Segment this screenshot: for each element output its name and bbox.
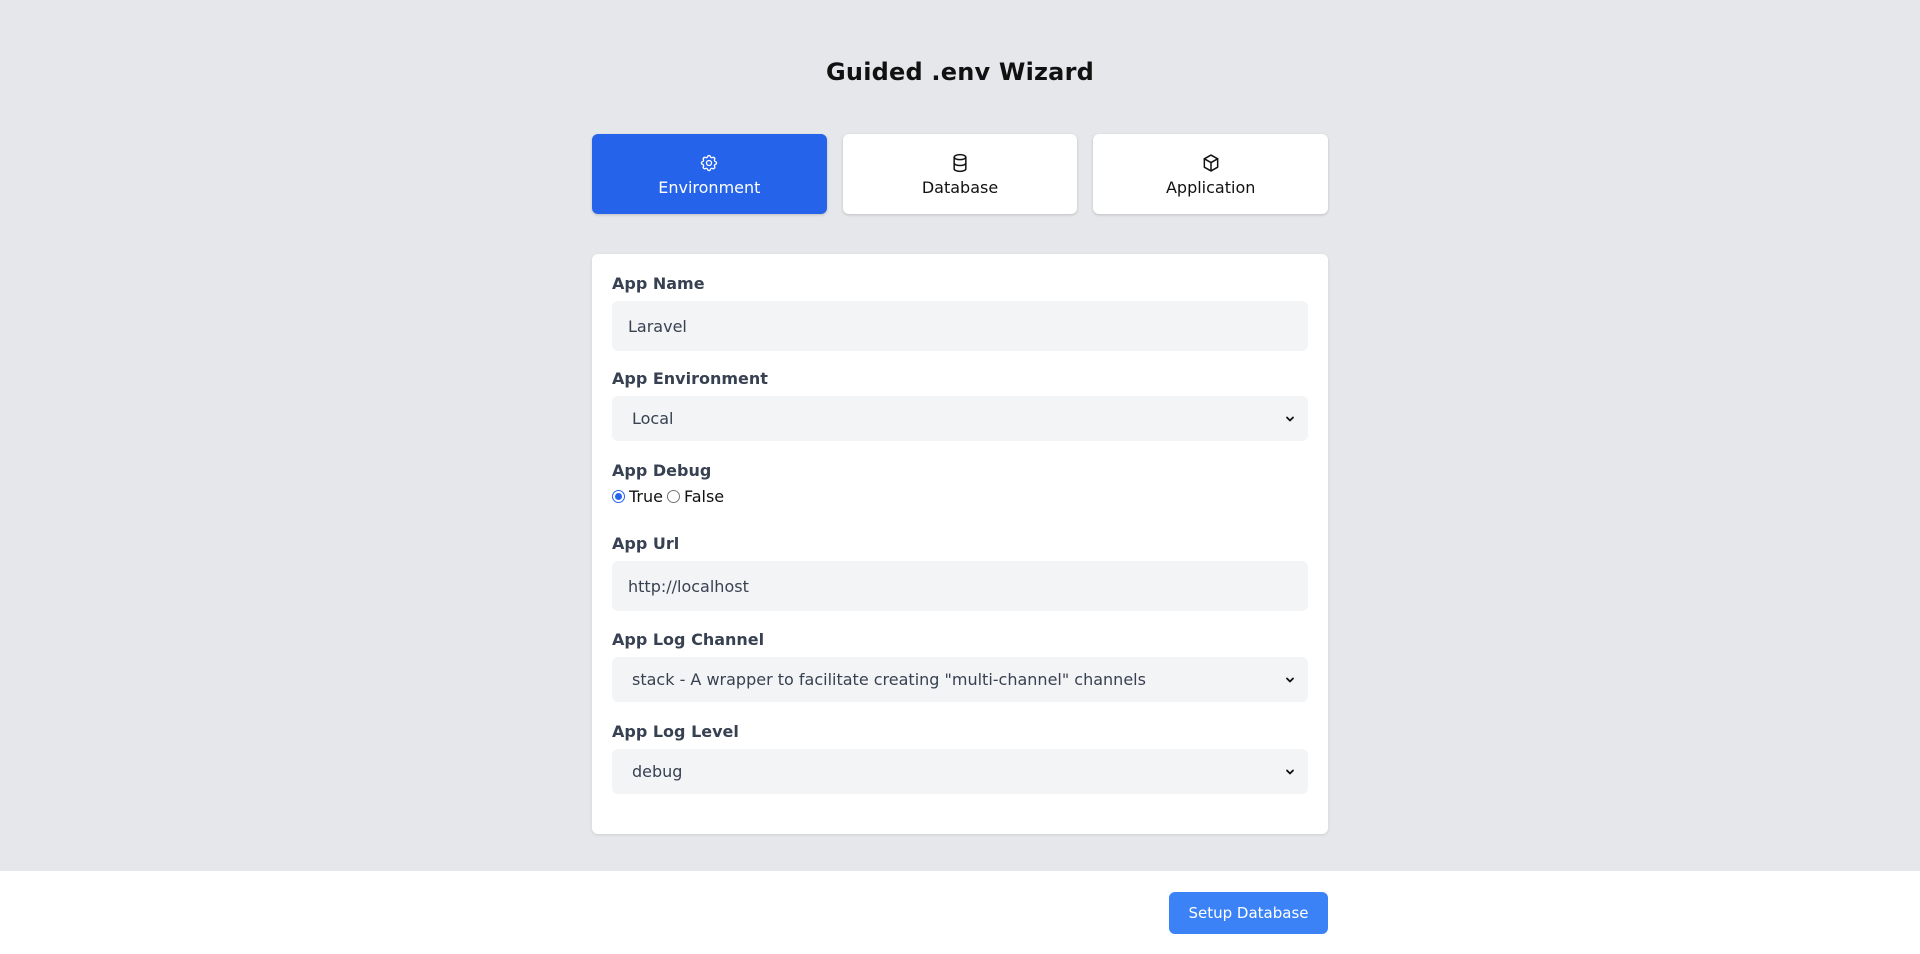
app-environment-group: App Environment Local [612, 369, 1308, 461]
step-application[interactable]: Application [1093, 134, 1329, 214]
app-debug-radio-group: True False [612, 486, 1308, 506]
app-url-group: App Url [612, 534, 1308, 630]
setup-database-button[interactable]: Setup Database [1169, 892, 1328, 934]
app-log-level-label: App Log Level [612, 722, 739, 741]
step-database[interactable]: Database [842, 134, 1078, 214]
page-title: Guided .env Wizard [826, 58, 1094, 86]
app-debug-true-radio[interactable] [612, 489, 625, 503]
cube-icon [1200, 152, 1222, 174]
app-url-label: App Url [612, 534, 680, 553]
app-name-input[interactable] [612, 301, 1308, 351]
step-environment[interactable]: Environment [592, 134, 827, 214]
chevron-down-icon [1284, 657, 1298, 702]
chevron-down-icon [1284, 396, 1298, 441]
app-name-label: App Name [612, 274, 705, 293]
app-environment-value: Local [632, 409, 674, 428]
app-log-level-select[interactable]: debug [612, 749, 1308, 794]
app-log-level-value: debug [632, 762, 683, 781]
database-icon [949, 152, 971, 174]
environment-form-card: App Name App Environment Local App Debug… [592, 254, 1328, 834]
app-debug-false-label[interactable]: False [684, 487, 724, 506]
step-environment-label: Environment [658, 177, 761, 197]
step-database-label: Database [921, 177, 999, 197]
app-log-channel-select[interactable]: stack - A wrapper to facilitate creating… [612, 657, 1308, 702]
app-log-channel-value: stack - A wrapper to facilitate creating… [632, 670, 1146, 689]
app-url-input[interactable] [612, 561, 1308, 611]
app-debug-label: App Debug [612, 461, 712, 480]
gear-icon [698, 152, 720, 174]
app-debug-true-label[interactable]: True [629, 487, 663, 506]
app-environment-label: App Environment [612, 369, 768, 388]
step-application-label: Application [1165, 177, 1256, 197]
app-log-level-group: App Log Level debug [612, 722, 1308, 794]
wizard-steps: Environment Database Application [592, 134, 1329, 214]
app-environment-select[interactable]: Local [612, 396, 1308, 441]
app-debug-group: App Debug True False [612, 461, 1308, 534]
app-name-group: App Name [612, 274, 1308, 369]
app-log-channel-group: App Log Channel stack - A wrapper to fac… [612, 630, 1308, 722]
app-log-channel-label: App Log Channel [612, 630, 765, 649]
app-debug-false-radio[interactable] [666, 489, 680, 503]
chevron-down-icon [1284, 749, 1298, 794]
